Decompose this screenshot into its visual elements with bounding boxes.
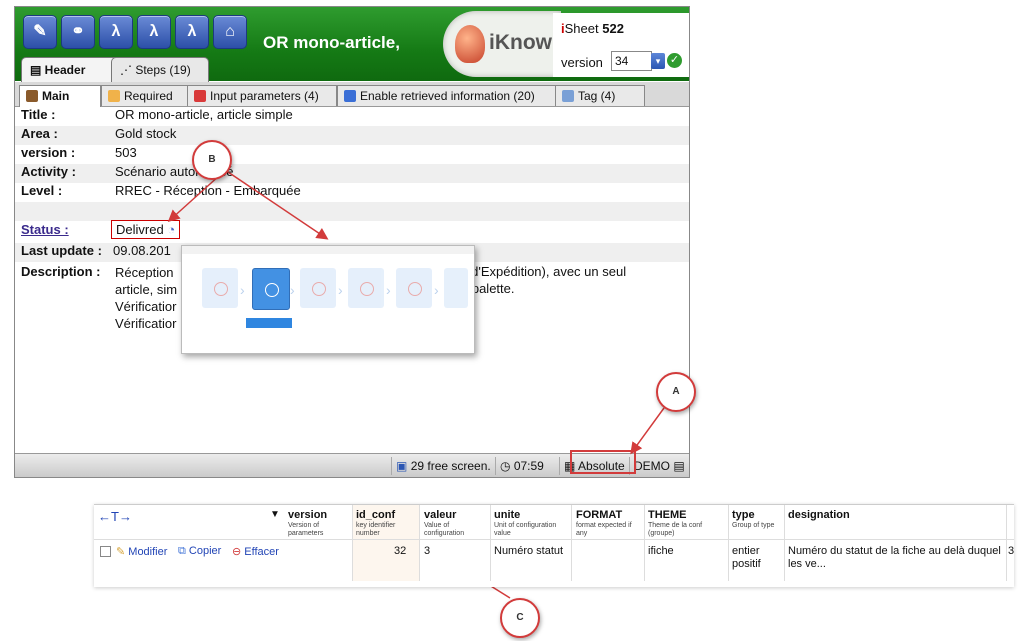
delete-icon: ⊖ xyxy=(232,546,242,558)
col-format-header[interactable]: FORMAT xyxy=(576,509,622,521)
col-theme-header[interactable]: THEME xyxy=(648,509,687,521)
cell-type-1: entier xyxy=(732,545,760,557)
col-id-conf-sub: key identifier number xyxy=(356,522,396,537)
column-divider xyxy=(728,505,729,581)
col-unite-sub: Unit of configuration value xyxy=(494,522,557,537)
column-divider xyxy=(644,505,645,581)
cell-valeur[interactable]: 3 xyxy=(424,545,430,557)
delete-label: Effacer xyxy=(244,546,279,558)
cell-designation-2: les ve... xyxy=(788,558,826,570)
annotation-a: A xyxy=(656,372,696,412)
copy-icon: ⧉ xyxy=(178,545,186,557)
cell-extra: 3 xyxy=(1008,545,1015,557)
col-format-sub: format expected if any xyxy=(576,522,632,537)
pencil-icon: ✎ xyxy=(116,546,126,558)
annotation-c: C xyxy=(500,598,540,638)
column-divider xyxy=(490,505,491,581)
col-type-sub: Group of type xyxy=(732,522,775,529)
database-table: ←T→ ▼ version Version of parameters id_c… xyxy=(94,504,1014,587)
column-nav[interactable]: ←T→ xyxy=(98,509,132,524)
cell-theme: ifiche xyxy=(648,545,674,557)
annotation-b: B xyxy=(192,140,232,180)
cell-unite: Numéro statut xyxy=(494,545,564,557)
column-divider xyxy=(419,505,420,581)
col-designation-header[interactable]: designation xyxy=(788,509,850,521)
header-divider xyxy=(94,539,1014,540)
cell-id-conf: 32 xyxy=(394,545,407,557)
col-id-conf-header[interactable]: id_conf xyxy=(356,509,395,521)
modify-action[interactable]: ✎ Modifier xyxy=(116,545,167,558)
col-version-header[interactable]: version xyxy=(288,509,327,521)
cell-designation-1: Numéro du statut de la fiche au delà duq… xyxy=(788,545,1001,557)
column-divider xyxy=(1006,505,1007,581)
row-checkbox[interactable] xyxy=(100,546,111,557)
copy-label: Copier xyxy=(188,545,222,557)
sort-dropdown-icon[interactable]: ▼ xyxy=(270,509,280,520)
column-divider xyxy=(784,505,785,581)
cell-type-2: positif xyxy=(732,558,761,570)
column-divider xyxy=(571,505,572,581)
col-theme-sub: Theme de la conf (groupe) xyxy=(648,522,703,537)
col-valeur-sub: Value of configuration xyxy=(424,522,465,537)
delete-action[interactable]: ⊖ Effacer xyxy=(232,545,279,558)
col-version-sub: Version of parameters xyxy=(288,522,324,537)
col-type-header[interactable]: type xyxy=(732,509,755,521)
col-unite-header[interactable]: unite xyxy=(494,509,520,521)
modify-label: Modifier xyxy=(128,546,168,558)
col-valeur-header[interactable]: valeur xyxy=(424,509,456,521)
copy-action[interactable]: ⧉ Copier xyxy=(178,545,221,558)
